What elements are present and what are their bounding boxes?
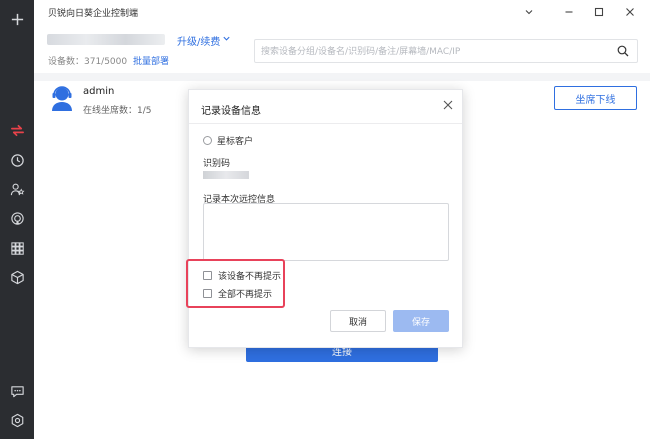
sidebar [0, 0, 34, 439]
star-customer-label: 星标客户 [217, 137, 254, 147]
dialog-title: 记录设备信息 [201, 106, 261, 117]
identification-code-redacted [203, 171, 249, 179]
chevron-down-icon[interactable] [222, 34, 231, 46]
contacts-icon[interactable] [0, 178, 34, 200]
account-name-redacted [47, 34, 165, 45]
cancel-button[interactable]: 取消 [330, 310, 386, 332]
batch-deploy-link[interactable]: 批量部署 [133, 54, 169, 67]
save-button[interactable]: 保存 [393, 310, 449, 332]
record-info-textarea[interactable] [203, 203, 449, 261]
history-icon[interactable] [0, 149, 34, 171]
star-customer-radio[interactable] [203, 136, 212, 145]
dont-remind-all-option[interactable]: 全部不再提示 [203, 287, 272, 300]
dont-remind-all-checkbox[interactable] [203, 289, 212, 298]
seat-offline-button[interactable]: 坐席下线 [554, 86, 637, 110]
star-customer-option[interactable]: 星标客户 [203, 134, 253, 147]
record-device-info-dialog: 记录设备信息 星标客户 识别码 记录本次远控信息 该设备不再提示 全部不再提示 … [188, 89, 463, 348]
title-bar: 贝锐向日葵企业控制端 [34, 0, 650, 24]
remote-icon[interactable] [0, 207, 34, 229]
dont-remind-device-checkbox[interactable] [203, 271, 212, 280]
search-box[interactable] [254, 39, 638, 63]
close-icon[interactable] [618, 2, 642, 22]
search-input[interactable] [261, 44, 601, 59]
message-icon[interactable] [0, 380, 34, 402]
user-name: admin [83, 86, 115, 97]
dont-remind-all-label: 全部不再提示 [218, 290, 273, 300]
avatar [52, 86, 72, 111]
dont-remind-device-label: 该设备不再提示 [218, 272, 282, 282]
upgrade-link[interactable]: 升级/续费 [177, 33, 220, 48]
identification-code-label: 识别码 [203, 159, 231, 169]
add-icon[interactable] [0, 8, 34, 30]
dialog-divider [189, 123, 462, 124]
dont-remind-device-option[interactable]: 该设备不再提示 [203, 269, 281, 282]
search-icon[interactable] [617, 45, 629, 60]
maximize-icon[interactable] [587, 2, 611, 22]
minimize-icon[interactable] [557, 2, 581, 22]
settings-icon[interactable] [0, 409, 34, 431]
app-title: 贝锐向日葵企业控制端 [48, 9, 139, 19]
apps-icon[interactable] [0, 237, 34, 259]
online-seats: 在线坐席数：1/5 [83, 106, 152, 116]
cube-icon[interactable] [0, 266, 34, 288]
transfer-icon[interactable] [0, 119, 34, 141]
section-divider [34, 73, 650, 81]
device-count: 设备数：371/5000 [48, 57, 128, 67]
chevron-down-icon[interactable] [517, 2, 541, 22]
close-icon[interactable] [443, 100, 453, 113]
